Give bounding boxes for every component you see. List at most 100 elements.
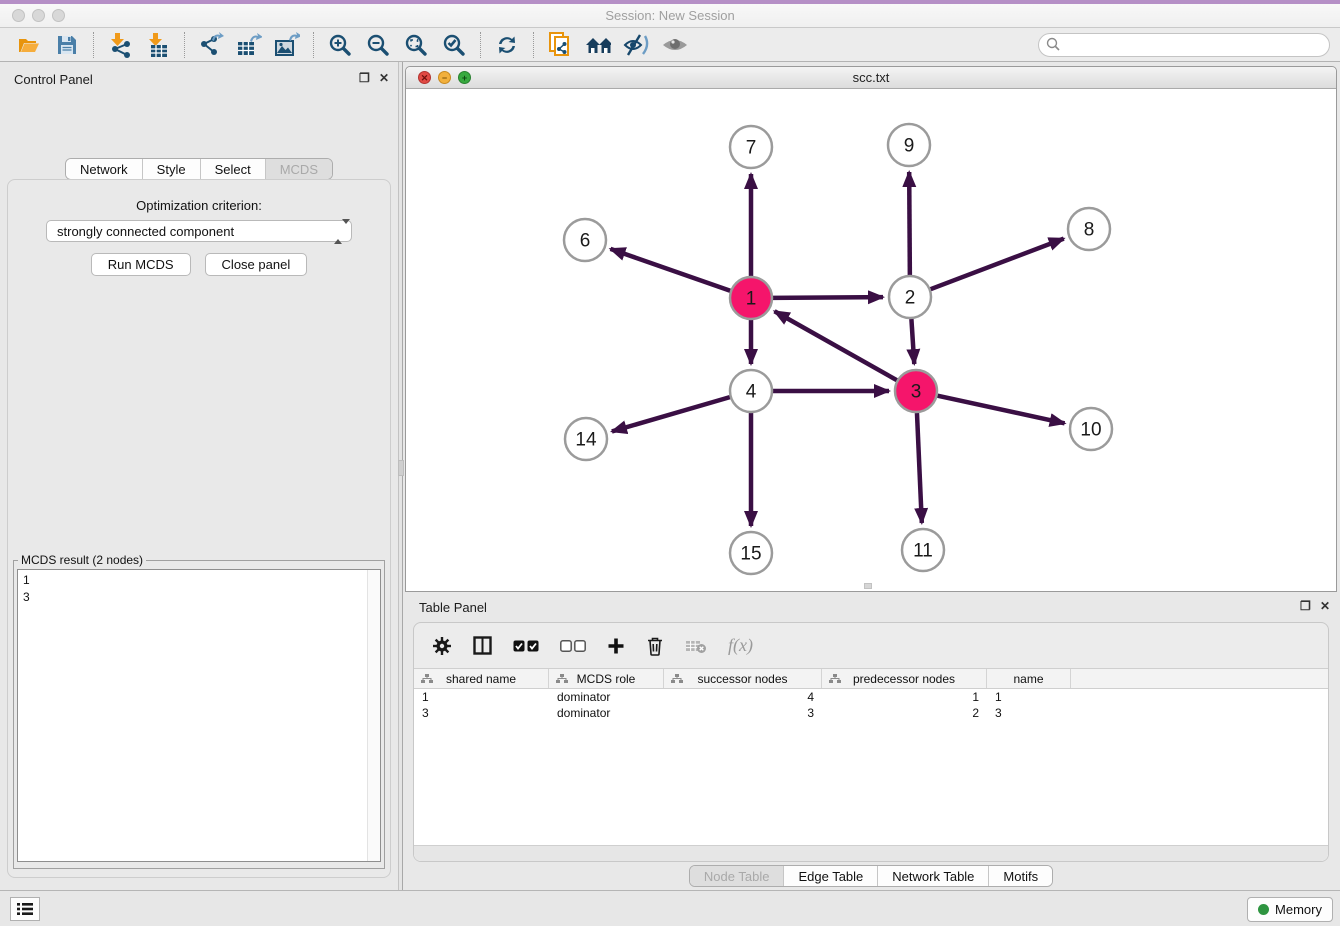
graph-edge-2-8[interactable] — [931, 239, 1064, 290]
control-panel-title: Control Panel — [14, 72, 93, 87]
graph-edge-1-2[interactable] — [773, 297, 883, 298]
close-panel-button[interactable]: Close panel — [205, 253, 308, 276]
search-icon — [1046, 37, 1061, 52]
refresh-view-icon[interactable] — [494, 32, 520, 58]
home-icon[interactable] — [585, 32, 611, 58]
graph-edge-2-9[interactable] — [909, 172, 910, 275]
memory-button[interactable]: Memory — [1247, 897, 1333, 922]
run-mcds-button[interactable]: Run MCDS — [91, 253, 191, 276]
hide-details-icon[interactable] — [623, 32, 649, 58]
row-filler — [1071, 705, 1328, 721]
mcds-panel: Optimization criterion: strongly connect… — [7, 179, 391, 878]
column-header-successor-nodes[interactable]: successor nodes — [664, 669, 822, 688]
tab-node-table[interactable]: Node Table — [690, 866, 784, 886]
table-row[interactable]: 1dominator411 — [414, 689, 1328, 705]
table-body: 1dominator4113dominator323 — [414, 689, 1328, 721]
float-panel-icon[interactable]: ❐ — [359, 71, 370, 85]
graph-edge-3-10[interactable] — [937, 396, 1064, 424]
zoom-selected-icon[interactable] — [441, 32, 467, 58]
export-image-icon[interactable] — [274, 32, 300, 58]
table-cell[interactable]: dominator — [549, 705, 664, 721]
graph-node-label: 10 — [1080, 420, 1101, 441]
clone-network-icon[interactable] — [547, 32, 573, 58]
graph-edge-1-6[interactable] — [610, 249, 730, 291]
float-table-panel-icon[interactable]: ❐ — [1300, 599, 1311, 613]
zoom-out-icon[interactable] — [365, 32, 391, 58]
delete-table-icon[interactable] — [685, 638, 707, 654]
export-network-icon[interactable] — [198, 32, 224, 58]
table-cell[interactable]: 3 — [664, 705, 822, 721]
tab-style[interactable]: Style — [142, 159, 200, 179]
network-graph-canvas[interactable]: 7968124314101511 — [406, 89, 1336, 591]
result-scrollbar[interactable] — [367, 570, 380, 861]
import-network-icon[interactable] — [107, 32, 133, 58]
column-header-predecessor-nodes[interactable]: predecessor nodes — [822, 669, 987, 688]
deselect-all-icon[interactable] — [560, 640, 586, 652]
view-resize-grip[interactable] — [864, 583, 872, 589]
select-all-icon[interactable] — [513, 640, 539, 652]
table-row[interactable]: 3dominator323 — [414, 705, 1328, 721]
delete-column-icon[interactable] — [646, 636, 664, 656]
graph-node-label: 1 — [746, 289, 757, 310]
table-cell[interactable]: dominator — [549, 689, 664, 705]
table-cell[interactable]: 2 — [822, 705, 987, 721]
graph-node-label: 2 — [905, 288, 916, 309]
splitter-grip[interactable] — [398, 460, 404, 476]
graph-edge-2-3[interactable] — [911, 319, 914, 364]
close-panel-icon[interactable]: ✕ — [379, 71, 389, 85]
show-details-icon[interactable] — [661, 32, 687, 58]
column-layout-icon[interactable] — [473, 636, 492, 655]
optimization-criterion-label: Optimization criterion: — [8, 198, 390, 213]
control-panel-tabbar: Network Style Select MCDS — [65, 158, 333, 180]
tab-network-table[interactable]: Network Table — [877, 866, 988, 886]
result-line: 1 — [23, 572, 375, 589]
column-header-mcds-role[interactable]: MCDS role — [549, 669, 664, 688]
table-cell[interactable]: 4 — [664, 689, 822, 705]
export-table-icon[interactable] — [236, 32, 262, 58]
node-table: shared name MCDS role successor nodes pr… — [414, 668, 1328, 861]
table-cell[interactable]: 1 — [822, 689, 987, 705]
toolbar-separator — [93, 32, 94, 58]
table-cell[interactable]: 1 — [414, 689, 549, 705]
function-builder-icon[interactable]: f(x) — [728, 635, 753, 656]
status-bar: Memory — [0, 890, 1340, 926]
graph-edge-3-1[interactable] — [775, 311, 897, 380]
mcds-result-fieldset: MCDS result (2 nodes) 1 3 — [13, 553, 385, 869]
table-scrollbar[interactable] — [414, 845, 1328, 861]
table-cell[interactable]: 1 — [987, 689, 1071, 705]
graph-node-label: 14 — [575, 430, 597, 451]
list-icon — [17, 902, 33, 916]
open-session-icon[interactable] — [16, 32, 42, 58]
save-session-icon[interactable] — [54, 32, 80, 58]
network-window-titlebar[interactable]: ✕ − + scc.txt — [406, 67, 1336, 89]
close-table-panel-icon[interactable]: ✕ — [1320, 599, 1330, 613]
column-header-shared-name[interactable]: shared name — [414, 669, 549, 688]
graph-node-label: 11 — [913, 541, 933, 562]
tab-motifs[interactable]: Motifs — [988, 866, 1052, 886]
tree-icon — [671, 674, 683, 684]
import-table-icon[interactable] — [145, 32, 171, 58]
graph-node-label: 9 — [904, 136, 915, 157]
task-history-button[interactable] — [10, 897, 40, 921]
criterion-select[interactable]: strongly connected component — [46, 220, 352, 242]
tab-mcds[interactable]: MCDS — [265, 159, 332, 179]
tab-edge-table[interactable]: Edge Table — [783, 866, 877, 886]
table-cell[interactable]: 3 — [414, 705, 549, 721]
graph-node-label: 6 — [580, 231, 591, 252]
mcds-result-list[interactable]: 1 3 — [17, 569, 381, 862]
panel-splitter[interactable] — [398, 62, 403, 890]
table-header-row: shared name MCDS role successor nodes pr… — [414, 669, 1328, 689]
gear-icon[interactable] — [432, 636, 452, 656]
criterion-value: strongly connected component — [57, 224, 234, 239]
tab-select[interactable]: Select — [200, 159, 265, 179]
zoom-fit-icon[interactable] — [403, 32, 429, 58]
zoom-in-icon[interactable] — [327, 32, 353, 58]
tab-network[interactable]: Network — [66, 159, 142, 179]
add-column-icon[interactable] — [607, 637, 625, 655]
column-header-name[interactable]: name — [987, 669, 1071, 688]
search-input[interactable] — [1038, 33, 1330, 57]
graph-edge-4-14[interactable] — [612, 397, 730, 431]
graph-edge-3-11[interactable] — [917, 413, 922, 523]
table-cell[interactable]: 3 — [987, 705, 1071, 721]
tree-icon — [829, 674, 841, 684]
